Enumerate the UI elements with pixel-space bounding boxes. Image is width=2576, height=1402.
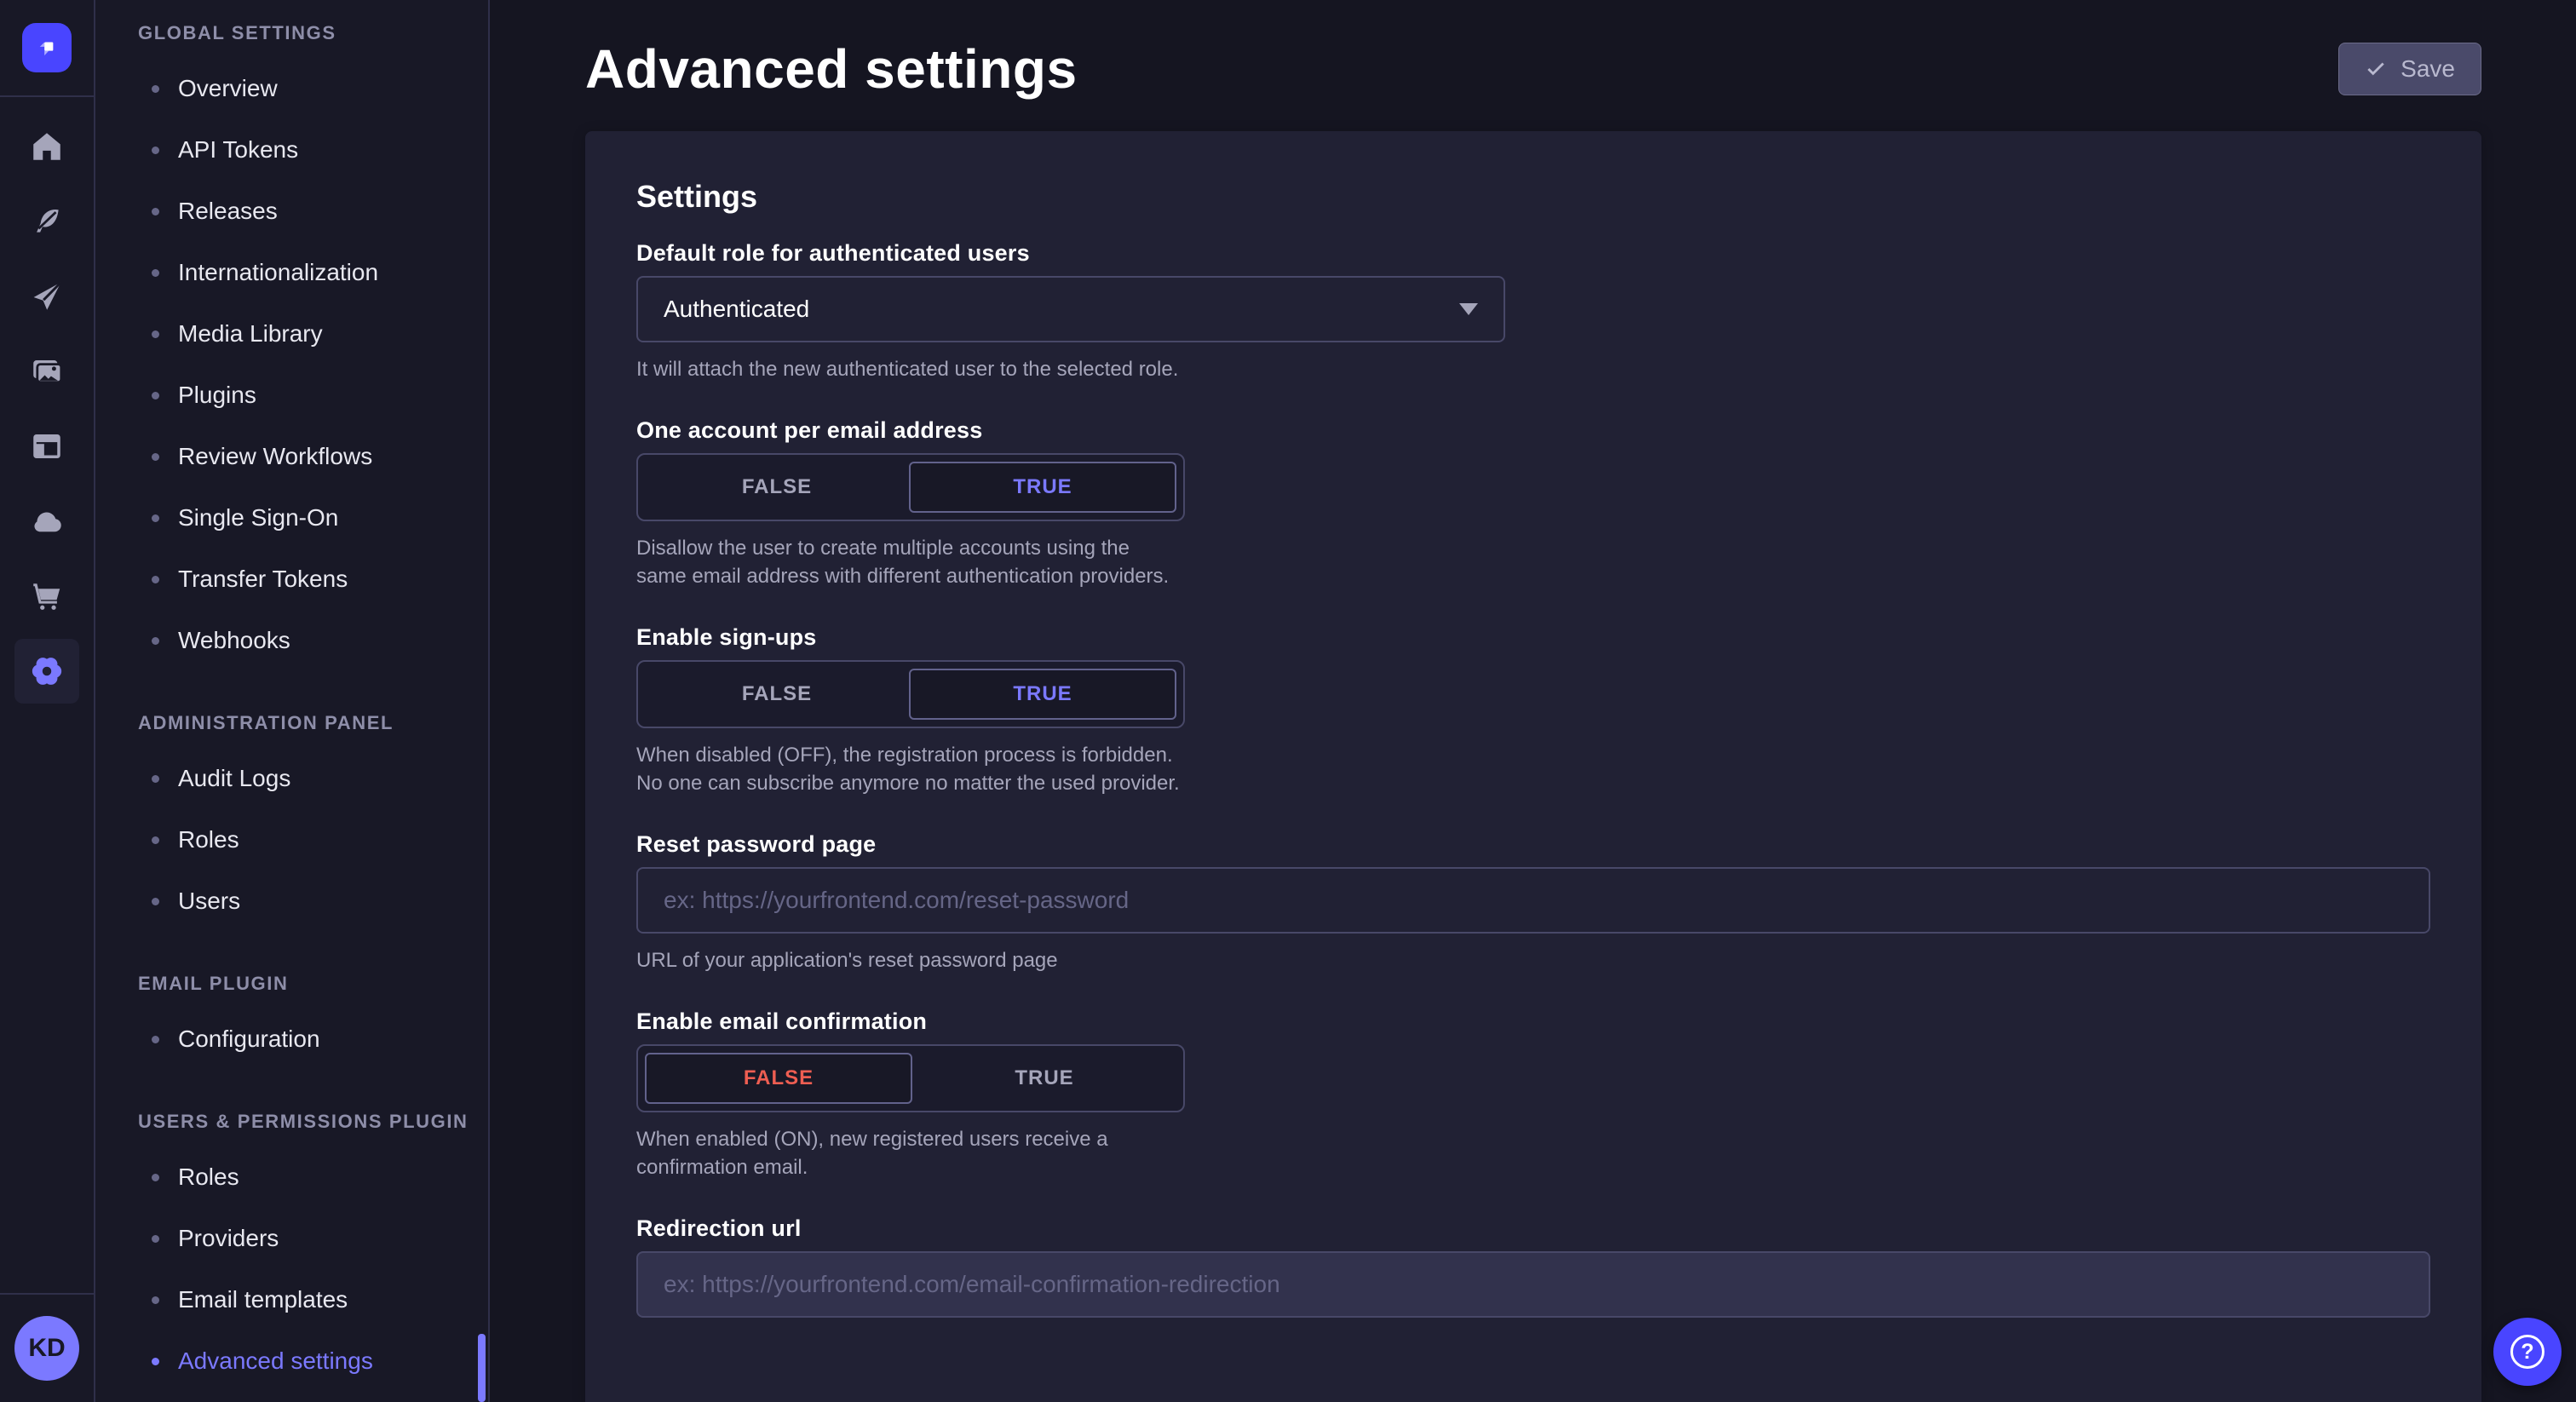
subnav-item-review-workflows[interactable]: Review Workflows: [95, 426, 488, 487]
bullet-icon: [152, 1036, 159, 1043]
field-hint: URL of your application's reset password…: [636, 946, 2430, 974]
subnav-item-audit-logs[interactable]: Audit Logs: [95, 748, 488, 809]
avatar[interactable]: KD: [14, 1316, 79, 1381]
subnav-item-up-advanced-settings[interactable]: Advanced settings: [95, 1330, 488, 1392]
subnav-scrollbar-thumb[interactable]: [478, 1334, 486, 1402]
sign-ups-toggle: FALSE TRUE: [636, 660, 1185, 728]
field-hint: When enabled (ON), new registered users …: [636, 1125, 1185, 1181]
field-enable-email-confirmation: Enable email confirmation FALSE TRUE Whe…: [636, 1008, 2430, 1181]
subnav-section-administration-panel: ADMINISTRATION PANEL: [138, 712, 488, 734]
subnav-item-single-sign-on[interactable]: Single Sign-On: [95, 487, 488, 549]
field-label: Reset password page: [636, 831, 2430, 857]
bullet-icon: [152, 576, 159, 583]
bullet-icon: [152, 1296, 159, 1304]
field-hint: When disabled (OFF), the registration pr…: [636, 741, 1185, 797]
select-value: Authenticated: [664, 296, 809, 323]
chevron-down-icon: [1459, 303, 1478, 315]
toggle-option-true[interactable]: TRUE: [912, 1053, 1176, 1104]
bullet-icon: [152, 775, 159, 783]
bullet-icon: [152, 330, 159, 338]
bullet-icon: [152, 208, 159, 215]
subnav-section-users-permissions-plugin: USERS & PERMISSIONS PLUGIN: [138, 1111, 488, 1133]
toggle-option-true[interactable]: TRUE: [909, 462, 1176, 513]
layout-icon[interactable]: [0, 409, 94, 484]
subnav-item-webhooks[interactable]: Webhooks: [95, 610, 488, 671]
bullet-icon: [152, 514, 159, 522]
paper-plane-icon[interactable]: [0, 259, 94, 334]
bullet-icon: [152, 269, 159, 277]
help-button[interactable]: ?: [2493, 1318, 2562, 1386]
subnav-item-up-providers[interactable]: Providers: [95, 1208, 488, 1269]
subnav-item-admin-roles[interactable]: Roles: [95, 809, 488, 871]
save-button[interactable]: Save: [2338, 43, 2481, 95]
field-redirection-url: Redirection url: [636, 1215, 2430, 1318]
settings-subnav: GLOBAL SETTINGS Overview API Tokens Rele…: [95, 0, 490, 1402]
bullet-icon: [152, 898, 159, 905]
bullet-icon: [152, 453, 159, 461]
reset-password-input[interactable]: [636, 867, 2430, 934]
default-role-select[interactable]: Authenticated: [636, 276, 1505, 342]
toggle-option-false[interactable]: FALSE: [645, 1053, 912, 1104]
subnav-item-media-library[interactable]: Media Library: [95, 303, 488, 365]
bullet-icon: [152, 1358, 159, 1365]
subnav-item-plugins[interactable]: Plugins: [95, 365, 488, 426]
main-content: Advanced settings Save Settings Default …: [490, 0, 2576, 1402]
strapi-logo-icon[interactable]: [22, 23, 72, 72]
field-label: Default role for authenticated users: [636, 240, 2430, 266]
field-hint: It will attach the new authenticated use…: [636, 355, 2430, 383]
rail-bottom: KD: [0, 1293, 94, 1402]
bullet-icon: [152, 392, 159, 399]
subnav-item-up-email-templates[interactable]: Email templates: [95, 1269, 488, 1330]
bullet-icon: [152, 1174, 159, 1181]
images-icon[interactable]: [0, 334, 94, 409]
panel-heading: Settings: [636, 179, 2430, 215]
page-title: Advanced settings: [585, 37, 1078, 101]
one-account-toggle: FALSE TRUE: [636, 453, 1185, 521]
subnav-section-email-plugin: EMAIL PLUGIN: [138, 973, 488, 995]
subnav-item-api-tokens[interactable]: API Tokens: [95, 119, 488, 181]
toggle-option-false[interactable]: FALSE: [645, 462, 909, 513]
toggle-option-false[interactable]: FALSE: [645, 669, 909, 720]
field-hint: Disallow the user to create multiple acc…: [636, 534, 1185, 590]
subnav-item-admin-users[interactable]: Users: [95, 871, 488, 932]
field-enable-sign-ups: Enable sign-ups FALSE TRUE When disabled…: [636, 624, 2430, 797]
bullet-icon: [152, 147, 159, 154]
field-one-account-per-email: One account per email address FALSE TRUE…: [636, 417, 2430, 590]
subnav-item-up-roles[interactable]: Roles: [95, 1146, 488, 1208]
rail-nav: [0, 109, 94, 709]
gear-icon[interactable]: [0, 634, 94, 709]
check-icon: [2365, 58, 2387, 80]
bullet-icon: [152, 85, 159, 93]
icon-rail: KD: [0, 0, 95, 1402]
save-button-label: Save: [2401, 55, 2455, 83]
field-label: One account per email address: [636, 417, 2430, 443]
settings-panel: Settings Default role for authenticated …: [585, 131, 2481, 1402]
field-default-role: Default role for authenticated users Aut…: [636, 240, 2430, 383]
field-reset-password-page: Reset password page URL of your applicat…: [636, 831, 2430, 974]
bullet-icon: [152, 836, 159, 844]
feather-icon[interactable]: [0, 184, 94, 259]
toggle-option-true[interactable]: TRUE: [909, 669, 1176, 720]
page-header: Advanced settings Save: [585, 0, 2481, 101]
subnav-item-transfer-tokens[interactable]: Transfer Tokens: [95, 549, 488, 610]
subnav-item-releases[interactable]: Releases: [95, 181, 488, 242]
cart-icon[interactable]: [0, 559, 94, 634]
subnav-section-global-settings: GLOBAL SETTINGS: [138, 22, 488, 44]
subnav-item-overview[interactable]: Overview: [95, 58, 488, 119]
question-mark-icon: ?: [2510, 1335, 2544, 1369]
bullet-icon: [152, 1235, 159, 1243]
logo-cell: [0, 0, 94, 97]
email-confirmation-toggle: FALSE TRUE: [636, 1044, 1185, 1112]
cloud-icon[interactable]: [0, 484, 94, 559]
bullet-icon: [152, 637, 159, 645]
redirection-url-input[interactable]: [636, 1251, 2430, 1318]
home-icon[interactable]: [0, 109, 94, 184]
field-label: Redirection url: [636, 1215, 2430, 1241]
field-label: Enable sign-ups: [636, 624, 2430, 650]
field-label: Enable email confirmation: [636, 1008, 2430, 1034]
subnav-item-email-configuration[interactable]: Configuration: [95, 1008, 488, 1070]
subnav-item-internationalization[interactable]: Internationalization: [95, 242, 488, 303]
